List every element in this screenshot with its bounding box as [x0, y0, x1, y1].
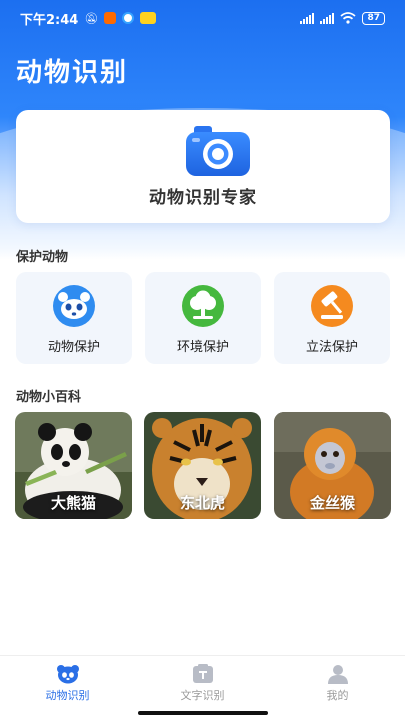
panda-tab-icon: [56, 665, 79, 684]
tab-label: 我的: [326, 689, 349, 702]
text-scan-tab-icon: [192, 664, 213, 683]
animal-card-label: 大熊猫: [50, 494, 96, 512]
protect-item-animal[interactable]: 动物保护: [16, 272, 132, 364]
tab-label: 文字识别: [180, 689, 225, 702]
panda-face-icon: [53, 285, 95, 327]
animal-scan-card[interactable]: 动物识别专家: [16, 110, 390, 223]
browser-app-icon: [122, 12, 135, 24]
gavel-icon: [311, 285, 353, 327]
animal-card-tiger[interactable]: 东北虎: [144, 412, 261, 519]
status-time: 下午2:44: [20, 12, 79, 28]
animal-card-golden-monkey[interactable]: 金丝猴: [274, 412, 391, 519]
app-notification-icon: [140, 12, 157, 24]
tab-mine[interactable]: 我的: [270, 656, 405, 720]
protect-item-label: 立法保护: [305, 340, 358, 355]
signal-icon-2: [320, 12, 335, 24]
user-tab-icon: [327, 665, 348, 684]
mute-icon: 🔕︎: [84, 11, 99, 25]
protect-item-legislation[interactable]: 立法保护: [274, 272, 390, 364]
animal-card-label: 金丝猴: [309, 494, 355, 512]
tree-icon: [182, 285, 224, 327]
mi-app-icon: [104, 12, 117, 24]
battery-icon: 87: [362, 11, 385, 25]
encyclopedia-section-title: 动物小百科: [16, 390, 82, 405]
home-indicator[interactable]: [138, 711, 268, 715]
scan-label: 动物识别专家: [149, 188, 257, 208]
tab-label: 动物识别: [45, 689, 90, 702]
protect-item-label: 动物保护: [47, 340, 100, 355]
protect-item-label: 环境保护: [176, 340, 229, 355]
camera-icon[interactable]: [184, 124, 252, 178]
wifi-icon: [340, 12, 357, 24]
protect-item-environment[interactable]: 环境保护: [145, 272, 261, 364]
page-title: 动物识别: [16, 58, 129, 88]
protect-section-title: 保护动物: [16, 250, 69, 265]
animal-card-label: 东北虎: [179, 494, 225, 512]
status-bar: 下午2:44 🔕︎ 87: [0, 0, 405, 36]
animal-card-panda[interactable]: 大熊猫: [15, 412, 132, 519]
signal-icon: [300, 12, 315, 24]
tab-animal-recognition[interactable]: 动物识别: [0, 656, 135, 720]
